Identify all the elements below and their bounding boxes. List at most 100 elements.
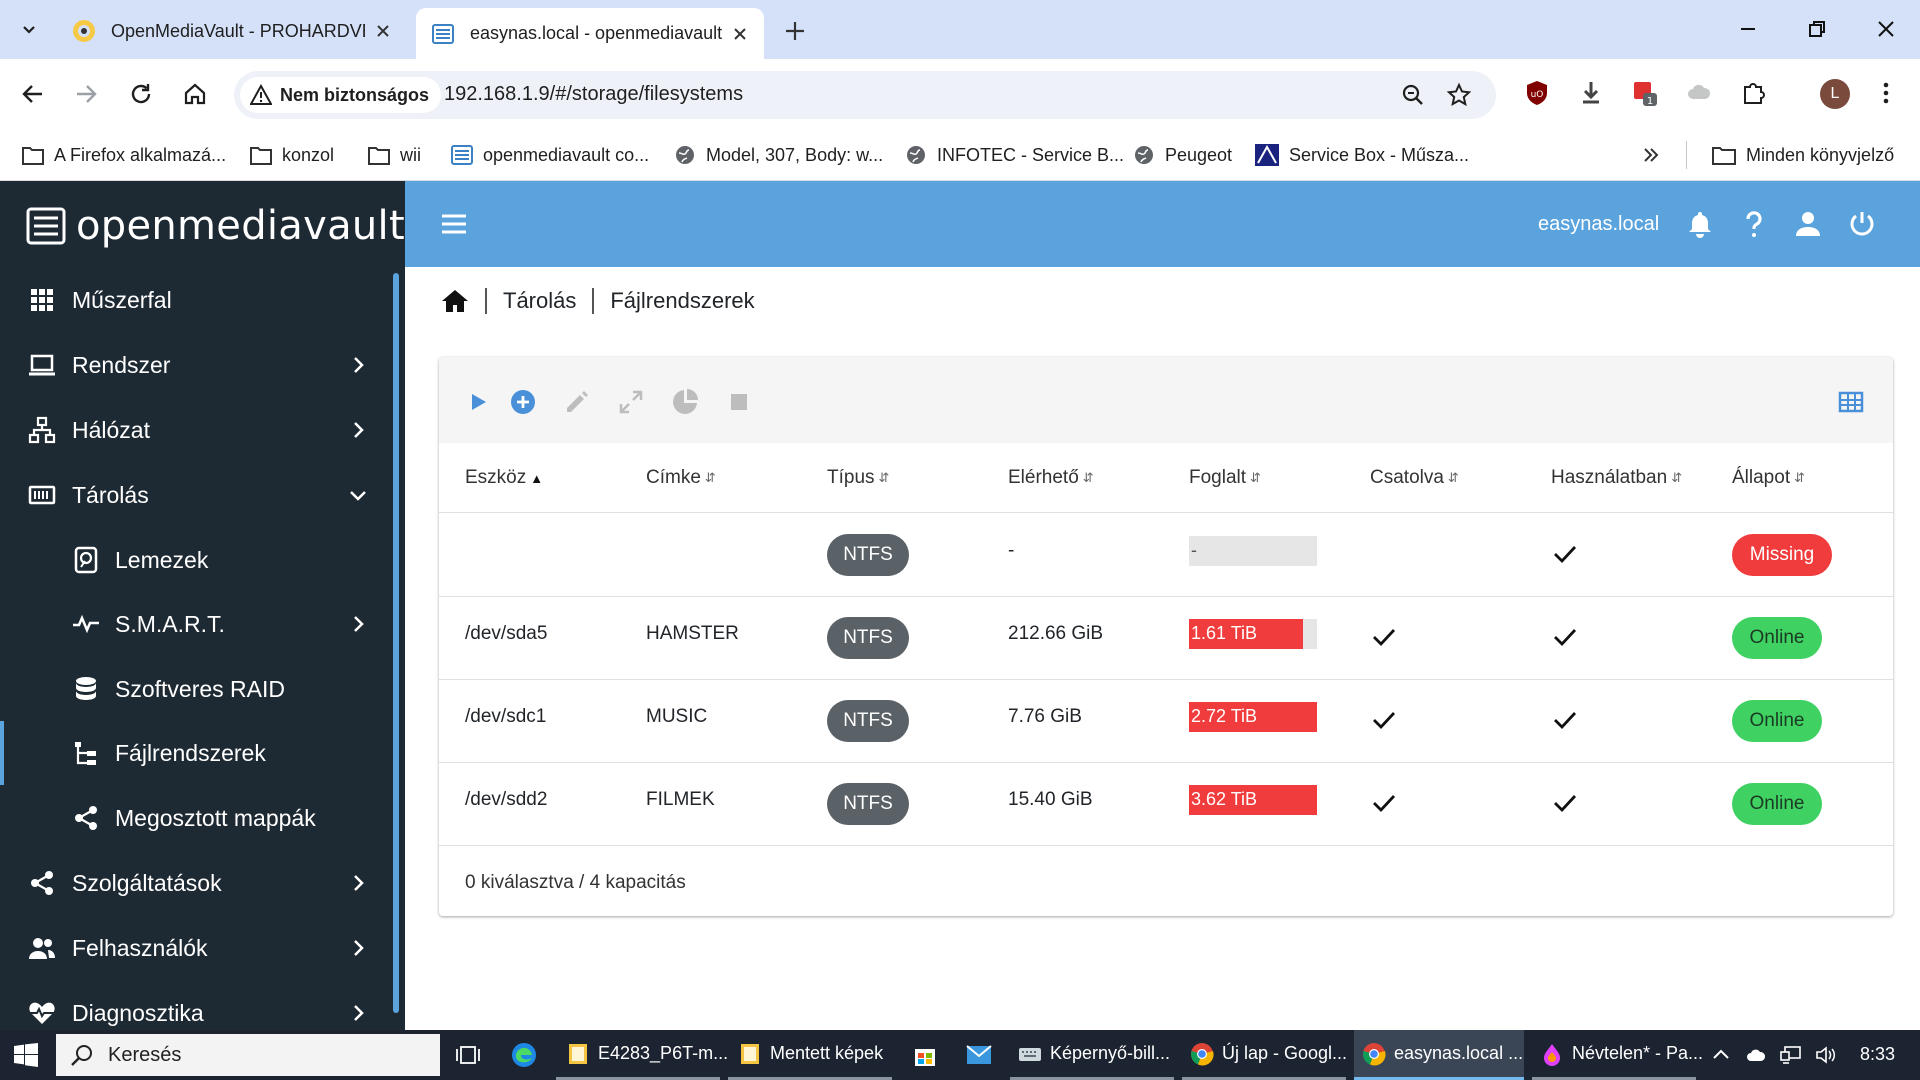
column-header-label[interactable]: Címke ⇵ [646,467,716,489]
bookmark-folder-konzol[interactable]: konzol [250,139,334,171]
browser-tab-easynas[interactable]: easynas.local - openmediavault [416,8,764,59]
power-icon[interactable] [1847,209,1877,239]
bookmark-folder-firefox[interactable]: A Firefox alkalmazá... [22,139,226,171]
forward-arrow-icon[interactable] [73,81,99,107]
tab-search-button[interactable] [12,12,46,46]
restore-window-icon[interactable] [1802,14,1832,44]
status-badge: Online [1732,700,1822,742]
back-arrow-icon[interactable] [20,81,46,107]
table-row[interactable]: /dev/sda5 HAMSTER NTFS 212.66 GiB 1.61 T… [439,597,1893,680]
taskbar-app-e4283[interactable]: E4283_P6T-m... [556,1030,728,1080]
column-header-referenced[interactable]: Használatban ⇵ [1551,467,1682,489]
sidebar-item-shared-folders[interactable]: Megosztott mappák [0,786,400,850]
table-columns-icon[interactable] [1837,388,1865,416]
bookmarks-divider [1686,141,1687,169]
sidebar-item-network[interactable]: Hálózat [0,398,400,462]
taskbar-app-new-tab-chrome[interactable]: Új lap - Googl... [1182,1030,1347,1080]
column-header-device[interactable]: Eszköz ▲ [465,467,543,489]
taskbar-app-saved-images[interactable]: Mentett képek [728,1030,892,1080]
notifications-bell-icon[interactable] [1685,209,1715,239]
sidebar-item-software-raid[interactable]: Szoftveres RAID [0,657,400,721]
weather-cloud-icon[interactable] [1745,1044,1767,1066]
bookmark-model-307[interactable]: Model, 307, Body: w... [674,139,883,171]
taskbar-app-easynas-chrome[interactable]: easynas.local ... [1354,1030,1524,1080]
more-bookmarks-chevron-icon[interactable] [1641,145,1661,165]
close-tab-icon[interactable] [730,24,750,44]
more-options-icon[interactable] [1872,79,1900,107]
new-tab-icon[interactable] [781,17,809,45]
brand-logo[interactable]: openmediavault [26,203,405,249]
close-tab-icon[interactable] [373,21,393,41]
home-icon[interactable] [441,288,469,314]
windows-start-icon[interactable] [14,1043,38,1067]
ublock-origin-icon[interactable]: uO [1523,79,1551,107]
address-bar[interactable]: Nem biztonságos 192.168.1.9/#/storage/fi… [234,71,1496,119]
volume-speaker-icon[interactable] [1815,1044,1837,1066]
stop-unmount-icon[interactable] [725,388,753,416]
chevron-right-icon [354,940,364,956]
breadcrumb-storage[interactable]: Tárolás [503,288,576,314]
document-folder-icon [741,1043,759,1064]
main-content: Tárolás Fájlrendszerek Eszköz ▲ Címke ⇵ Tí… [405,267,1920,1030]
extension-cloud-icon[interactable] [1685,79,1713,107]
bookmark-infotec[interactable]: INFOTEC - Service B... [905,139,1124,171]
mail-icon[interactable] [965,1043,993,1067]
filesystems-datatable: Eszköz ▲ Címke ⇵ Típus ⇵ Elérhető ⇵ Foglalt ⇵… [439,357,1893,916]
sidebar-item-system[interactable]: Rendszer [0,333,400,397]
close-window-icon[interactable] [1871,14,1901,44]
url-text[interactable]: 192.168.1.9/#/storage/filesystems [444,83,743,106]
sidebar-item-storage[interactable]: Tárolás [0,463,400,527]
edit-pencil-icon[interactable] [563,388,591,416]
site-security-chip[interactable]: Nem biztonságos [240,77,442,113]
sidebar-item-filesystems[interactable]: Fájlrendszerek [0,721,400,785]
store-bag-icon[interactable] [912,1042,938,1068]
taskbar-clock[interactable]: 8:33 [1860,1044,1895,1065]
download-icon[interactable] [1577,79,1605,107]
sidebar-item-users[interactable]: Felhasználók [0,916,400,980]
home-icon[interactable] [182,81,208,107]
expand-resize-icon[interactable] [617,388,645,416]
table-row[interactable]: /dev/sdc1 MUSIC NTFS 7.76 GiB 2.72 TiB O… [439,680,1893,763]
menu-toggle-icon[interactable] [440,211,468,237]
sidebar-item-label: Fájlrendszerek [115,739,266,766]
extensions-puzzle-icon[interactable] [1739,79,1767,107]
tray-chevron-up-icon[interactable] [1710,1044,1732,1066]
sidebar-scrollbar[interactable] [393,273,399,1013]
table-row[interactable]: /dev/sdd2 FILMEK NTFS 15.40 GiB 3.62 TiB… [439,763,1893,846]
column-header-used[interactable]: Foglalt ⇵ [1189,467,1261,489]
add-circle-icon[interactable] [509,388,537,416]
sidebar-item-disks[interactable]: Lemezek [0,528,400,592]
sidebar-item-services[interactable]: Szolgáltatások [0,851,400,915]
user-account-icon[interactable] [1793,209,1823,239]
column-header-mounted[interactable]: Csatolva ⇵ [1370,467,1459,489]
column-header-type[interactable]: Típus ⇵ [827,467,889,489]
extension-badge-icon[interactable]: 1 [1631,79,1659,107]
disk-icon [74,546,98,574]
bookmark-omv[interactable]: openmediavault co... [451,139,649,171]
edge-browser-icon[interactable] [510,1041,538,1069]
help-question-icon[interactable] [1739,209,1769,239]
taskbar-app-label: Mentett képek [770,1043,884,1063]
play-mount-icon[interactable] [464,388,492,416]
browser-tab-omv-prohardver[interactable]: OpenMediaVault - PROHARDVER [57,10,407,52]
table-row[interactable]: NTFS - - Missing [439,514,1893,597]
all-bookmarks-folder[interactable]: Minden könyvjelző [1712,139,1894,171]
bookmark-peugeot[interactable]: Peugeot [1133,139,1232,171]
profile-avatar[interactable]: L [1820,79,1850,109]
bookmark-service-box[interactable]: Service Box - Műsza... [1255,139,1469,171]
sidebar-item-smart[interactable]: S.M.A.R.T. [0,592,400,656]
taskbar-search-box[interactable]: Keresés [56,1034,440,1076]
bookmark-star-icon[interactable] [1446,82,1472,108]
taskbar-app-paint[interactable]: Névtelen* - Pa... [1532,1030,1703,1080]
task-view-icon[interactable] [455,1043,481,1067]
column-header-status[interactable]: Állapot ⇵ [1732,467,1805,489]
zoom-icon[interactable] [1400,82,1426,108]
bookmark-folder-wii[interactable]: wii [368,139,421,171]
sidebar-item-dashboard[interactable]: Műszerfal [0,268,400,332]
reload-icon[interactable] [128,81,154,107]
taskbar-app-on-screen-keyboard[interactable]: Képernyő-bill... [1010,1030,1174,1080]
column-header-available[interactable]: Elérhető ⇵ [1008,467,1094,489]
minimize-window-icon[interactable] [1733,14,1763,44]
network-monitor-icon[interactable] [1780,1044,1802,1066]
quota-pie-icon[interactable] [671,388,699,416]
